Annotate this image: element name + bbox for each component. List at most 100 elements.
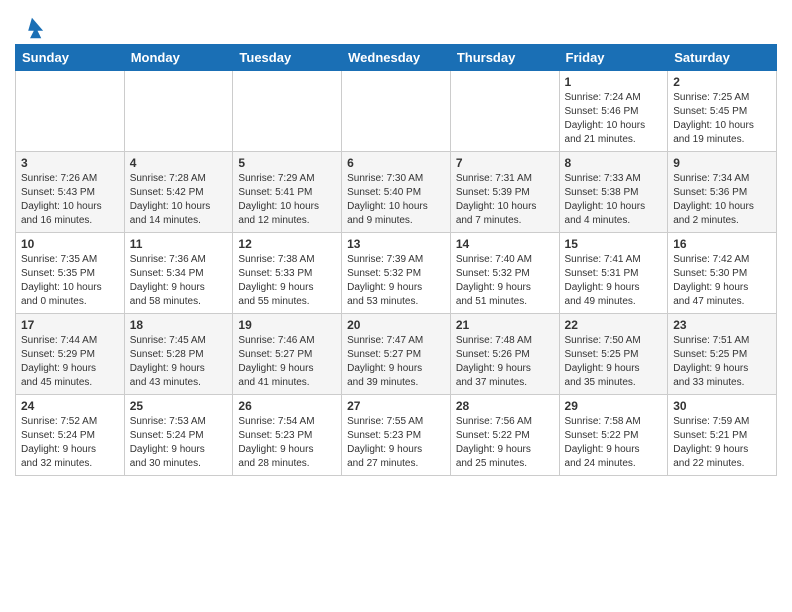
day-info: Sunrise: 7:40 AM Sunset: 5:32 PM Dayligh… [456, 253, 554, 309]
day-number: 15 [565, 237, 663, 251]
calendar-cell: 2Sunrise: 7:25 AM Sunset: 5:45 PM Daylig… [668, 71, 777, 152]
calendar-cell: 30 Sunrise: 7:59 AM Sunset: 5:21 PM Dayli… [668, 395, 777, 476]
calendar-cell [233, 71, 342, 152]
day-info: Sunrise: 7:38 AM Sunset: 5:33 PM Dayligh… [238, 253, 336, 309]
day-number: 23 [673, 318, 771, 332]
calendar-cell: 15 Sunrise: 7:41 AM Sunset: 5:31 PM Dayli… [559, 233, 668, 314]
day-info: Sunrise: 7:48 AM Sunset: 5:26 PM Dayligh… [456, 334, 554, 390]
weekday-header-thursday: Thursday [450, 45, 559, 71]
calendar-cell: 18 Sunrise: 7:45 AM Sunset: 5:28 PM Dayli… [124, 314, 233, 395]
day-info: Sunrise: 7:33 AM Sunset: 5:38 PM Dayligh… [565, 172, 663, 228]
calendar-cell [342, 71, 451, 152]
weekday-header-sunday: Sunday [16, 45, 125, 71]
weekday-header-tuesday: Tuesday [233, 45, 342, 71]
calendar-cell [124, 71, 233, 152]
day-number: 24 [21, 399, 119, 413]
day-number: 2 [673, 75, 771, 89]
page-header [15, 10, 777, 38]
day-number: 26 [238, 399, 336, 413]
day-number: 20 [347, 318, 445, 332]
day-number: 18 [130, 318, 228, 332]
day-info: Sunrise: 7:51 AM Sunset: 5:25 PM Dayligh… [673, 334, 771, 390]
day-info: Sunrise: 7:34 AM Sunset: 5:36 PM Dayligh… [673, 172, 771, 228]
day-number: 4 [130, 156, 228, 170]
calendar-week-row: 10 Sunrise: 7:35 AM Sunset: 5:35 PM Dayli… [16, 233, 777, 314]
calendar-cell: 24 Sunrise: 7:52 AM Sunset: 5:24 PM Dayli… [16, 395, 125, 476]
day-number: 22 [565, 318, 663, 332]
day-number: 30 [673, 399, 771, 413]
day-number: 27 [347, 399, 445, 413]
calendar-week-row: 1Sunrise: 7:24 AM Sunset: 5:46 PM Daylig… [16, 71, 777, 152]
day-info: Sunrise: 7:42 AM Sunset: 5:30 PM Dayligh… [673, 253, 771, 309]
calendar-week-row: 24 Sunrise: 7:52 AM Sunset: 5:24 PM Dayli… [16, 395, 777, 476]
calendar-cell: 19 Sunrise: 7:46 AM Sunset: 5:27 PM Dayli… [233, 314, 342, 395]
day-info: Sunrise: 7:53 AM Sunset: 5:24 PM Dayligh… [130, 415, 228, 471]
day-number: 14 [456, 237, 554, 251]
day-info: Sunrise: 7:30 AM Sunset: 5:40 PM Dayligh… [347, 172, 445, 228]
weekday-header-wednesday: Wednesday [342, 45, 451, 71]
calendar-cell: 4 Sunrise: 7:28 AM Sunset: 5:42 PM Daylig… [124, 152, 233, 233]
calendar-cell: 17 Sunrise: 7:44 AM Sunset: 5:29 PM Dayli… [16, 314, 125, 395]
day-info: Sunrise: 7:47 AM Sunset: 5:27 PM Dayligh… [347, 334, 445, 390]
day-info: Sunrise: 7:45 AM Sunset: 5:28 PM Dayligh… [130, 334, 228, 390]
day-number: 5 [238, 156, 336, 170]
calendar-cell [450, 71, 559, 152]
logo [15, 10, 45, 38]
day-number: 13 [347, 237, 445, 251]
day-number: 16 [673, 237, 771, 251]
day-info: Sunrise: 7:46 AM Sunset: 5:27 PM Dayligh… [238, 334, 336, 390]
calendar-cell: 28 Sunrise: 7:56 AM Sunset: 5:22 PM Dayli… [450, 395, 559, 476]
day-number: 19 [238, 318, 336, 332]
calendar-cell: 26 Sunrise: 7:54 AM Sunset: 5:23 PM Dayli… [233, 395, 342, 476]
weekday-header-monday: Monday [124, 45, 233, 71]
day-number: 12 [238, 237, 336, 251]
calendar-cell: 1Sunrise: 7:24 AM Sunset: 5:46 PM Daylig… [559, 71, 668, 152]
day-info: Sunrise: 7:58 AM Sunset: 5:22 PM Dayligh… [565, 415, 663, 471]
calendar-cell: 11Sunrise: 7:36 AM Sunset: 5:34 PM Dayli… [124, 233, 233, 314]
calendar-cell: 16 Sunrise: 7:42 AM Sunset: 5:30 PM Dayli… [668, 233, 777, 314]
day-number: 28 [456, 399, 554, 413]
day-info: Sunrise: 7:44 AM Sunset: 5:29 PM Dayligh… [21, 334, 119, 390]
weekday-header-friday: Friday [559, 45, 668, 71]
calendar-week-row: 3 Sunrise: 7:26 AM Sunset: 5:43 PM Daylig… [16, 152, 777, 233]
calendar-cell: 25 Sunrise: 7:53 AM Sunset: 5:24 PM Dayli… [124, 395, 233, 476]
calendar-cell: 23 Sunrise: 7:51 AM Sunset: 5:25 PM Dayli… [668, 314, 777, 395]
day-number: 8 [565, 156, 663, 170]
day-number: 17 [21, 318, 119, 332]
day-info: Sunrise: 7:50 AM Sunset: 5:25 PM Dayligh… [565, 334, 663, 390]
day-number: 25 [130, 399, 228, 413]
day-info: Sunrise: 7:54 AM Sunset: 5:23 PM Dayligh… [238, 415, 336, 471]
day-info: Sunrise: 7:41 AM Sunset: 5:31 PM Dayligh… [565, 253, 663, 309]
day-number: 9 [673, 156, 771, 170]
day-number: 10 [21, 237, 119, 251]
calendar-cell: 7 Sunrise: 7:31 AM Sunset: 5:39 PM Daylig… [450, 152, 559, 233]
day-number: 6 [347, 156, 445, 170]
day-info: Sunrise: 7:35 AM Sunset: 5:35 PM Dayligh… [21, 253, 119, 309]
calendar-cell: 12 Sunrise: 7:38 AM Sunset: 5:33 PM Dayli… [233, 233, 342, 314]
calendar-cell: 5 Sunrise: 7:29 AM Sunset: 5:41 PM Daylig… [233, 152, 342, 233]
day-info: Sunrise: 7:39 AM Sunset: 5:32 PM Dayligh… [347, 253, 445, 309]
day-info: Sunrise: 7:24 AM Sunset: 5:46 PM Dayligh… [565, 91, 663, 147]
calendar-cell: 14 Sunrise: 7:40 AM Sunset: 5:32 PM Dayli… [450, 233, 559, 314]
logo-icon [17, 14, 45, 42]
day-number: 7 [456, 156, 554, 170]
day-info: Sunrise: 7:56 AM Sunset: 5:22 PM Dayligh… [456, 415, 554, 471]
calendar-cell [16, 71, 125, 152]
calendar-week-row: 17 Sunrise: 7:44 AM Sunset: 5:29 PM Dayli… [16, 314, 777, 395]
day-info: Sunrise: 7:28 AM Sunset: 5:42 PM Dayligh… [130, 172, 228, 228]
day-info: Sunrise: 7:31 AM Sunset: 5:39 PM Dayligh… [456, 172, 554, 228]
day-number: 21 [456, 318, 554, 332]
day-info: Sunrise: 7:29 AM Sunset: 5:41 PM Dayligh… [238, 172, 336, 228]
calendar-cell: 20 Sunrise: 7:47 AM Sunset: 5:27 PM Dayli… [342, 314, 451, 395]
day-number: 3 [21, 156, 119, 170]
day-info: Sunrise: 7:59 AM Sunset: 5:21 PM Dayligh… [673, 415, 771, 471]
day-info: Sunrise: 7:36 AM Sunset: 5:34 PM Dayligh… [130, 253, 228, 309]
calendar-table: SundayMondayTuesdayWednesdayThursdayFrid… [15, 44, 777, 476]
weekday-header-saturday: Saturday [668, 45, 777, 71]
calendar-cell: 13 Sunrise: 7:39 AM Sunset: 5:32 PM Dayli… [342, 233, 451, 314]
day-info: Sunrise: 7:52 AM Sunset: 5:24 PM Dayligh… [21, 415, 119, 471]
calendar-cell: 3 Sunrise: 7:26 AM Sunset: 5:43 PM Daylig… [16, 152, 125, 233]
day-info: Sunrise: 7:55 AM Sunset: 5:23 PM Dayligh… [347, 415, 445, 471]
calendar-cell: 6 Sunrise: 7:30 AM Sunset: 5:40 PM Daylig… [342, 152, 451, 233]
day-info: Sunrise: 7:26 AM Sunset: 5:43 PM Dayligh… [21, 172, 119, 228]
